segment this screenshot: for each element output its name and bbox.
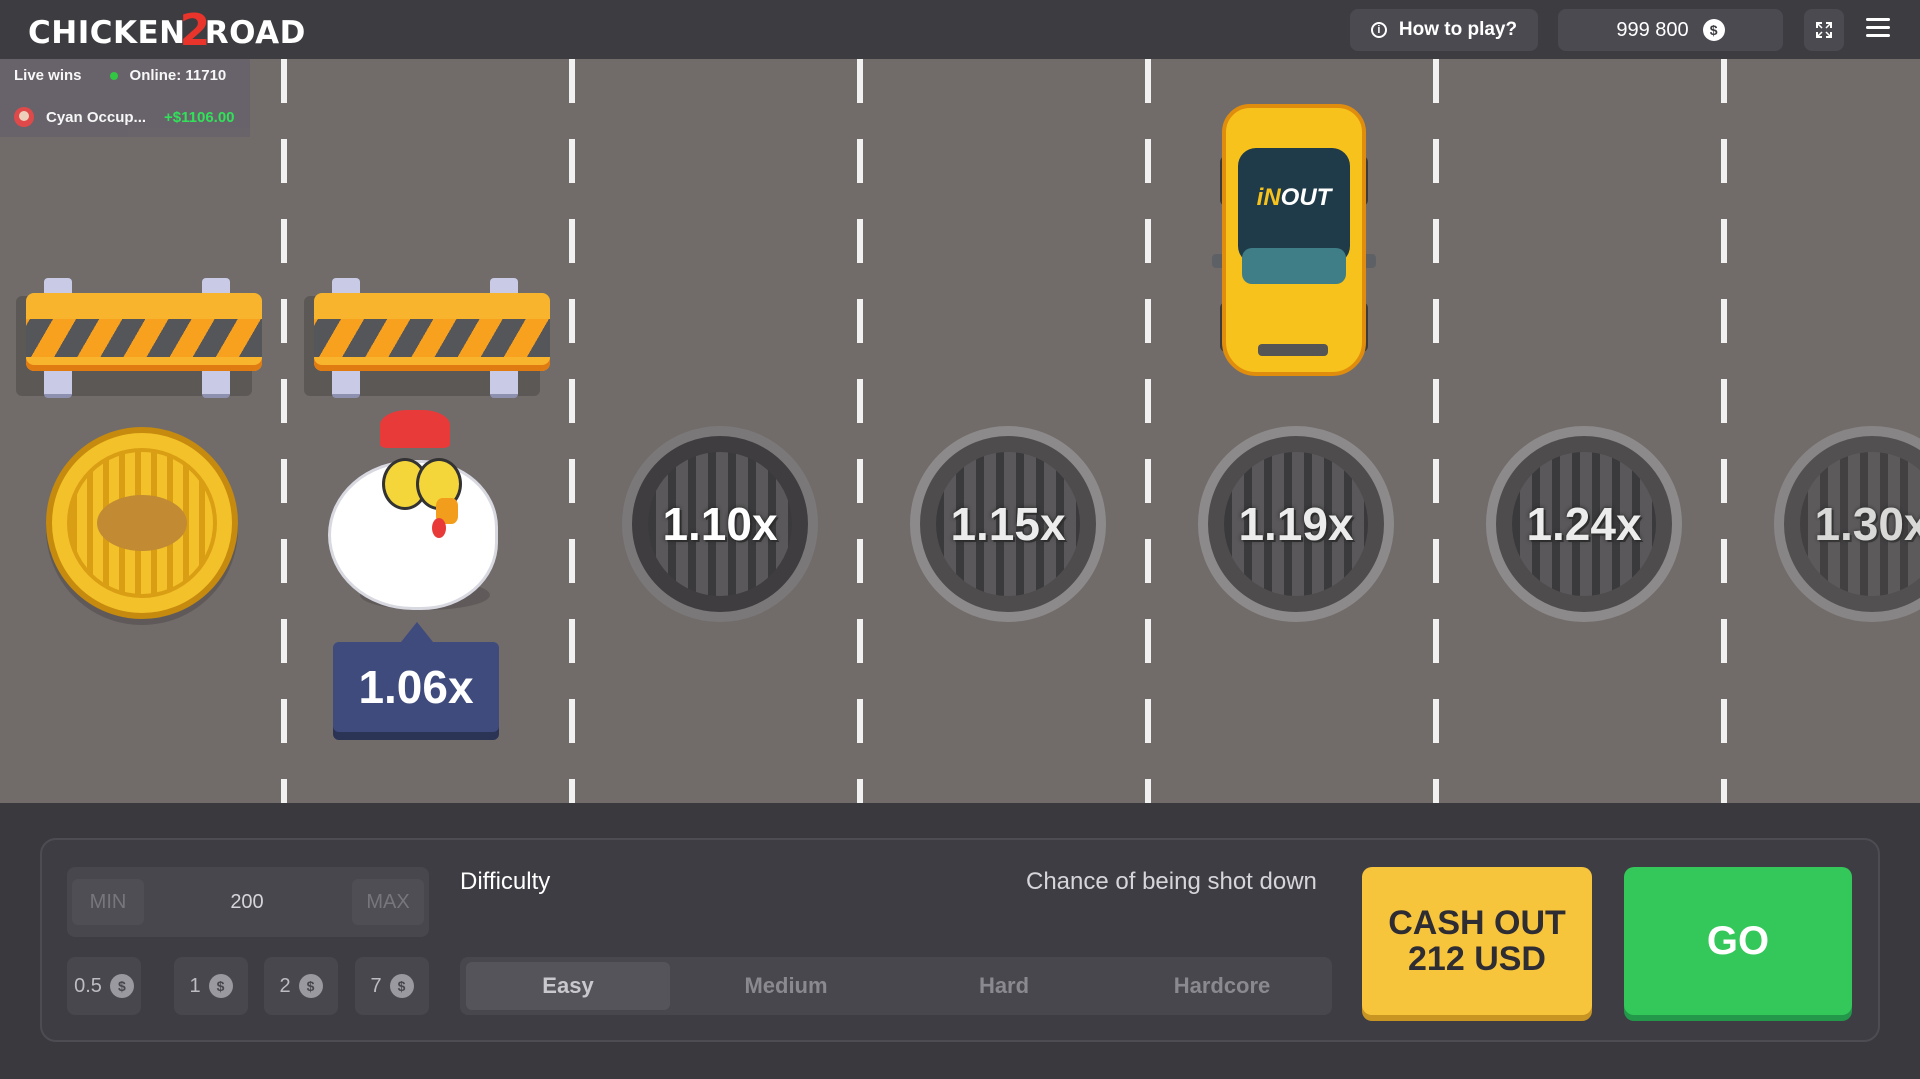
lane-divider xyxy=(281,59,287,803)
lane-divider xyxy=(1721,59,1727,803)
lane-divider xyxy=(569,59,575,803)
cash-out-button[interactable]: CASH OUT 212 USD xyxy=(1362,867,1592,1015)
win-amount: +$1106.00 xyxy=(164,108,235,126)
winner-name: Cyan Occup... xyxy=(46,108,147,126)
road-barrier xyxy=(16,278,262,398)
difficulty-option-hard[interactable]: Hard xyxy=(902,962,1106,1010)
quick-bet-chip[interactable]: 1 $ xyxy=(174,957,248,1015)
online-status-icon xyxy=(109,71,118,80)
live-win-entry: Cyan Occup... +$1106.00 xyxy=(14,107,235,127)
start-coin-icon xyxy=(46,427,238,619)
quick-bet-value: 1 xyxy=(189,974,201,997)
go-button[interactable]: GO xyxy=(1624,867,1852,1015)
info-icon: i xyxy=(1370,22,1387,38)
hamburger-menu-icon[interactable] xyxy=(1866,18,1890,38)
road-barrier xyxy=(304,278,550,398)
difficulty-selector: Easy Medium Hard Hardcore xyxy=(460,957,1332,1015)
multiplier-value: 1.15x xyxy=(950,498,1066,550)
dollar-coin-icon: $ xyxy=(298,974,323,998)
multiplier-manhole: 1.24x xyxy=(1486,426,1682,622)
multiplier-value: 1.24x xyxy=(1526,498,1642,550)
balance-value: 999 800 xyxy=(1616,18,1689,41)
how-to-play-label: How to play? xyxy=(1398,19,1518,40)
multiplier-value: 1.30x xyxy=(1814,498,1920,550)
bet-amount-control: MIN 200 MAX xyxy=(67,867,429,937)
cash-out-label: CASH OUT xyxy=(1388,904,1566,942)
dollar-coin-icon: $ xyxy=(1702,19,1725,41)
quick-bet-value: 0.5 xyxy=(74,974,102,997)
top-bar: CHICKEN2ROAD i How to play? 999 800 $ xyxy=(0,0,1920,59)
balance-display: 999 800 $ xyxy=(1558,9,1783,51)
car-logo: iNOUT xyxy=(1256,184,1332,211)
chicken-character xyxy=(320,410,510,610)
current-multiplier-badge: 1.06x xyxy=(333,622,499,732)
difficulty-option-hardcore[interactable]: Hardcore xyxy=(1120,962,1324,1010)
bet-amount-input[interactable]: 200 xyxy=(167,879,327,925)
dollar-coin-icon: $ xyxy=(109,974,134,998)
multiplier-value: 1.10x xyxy=(662,498,778,550)
live-wins-panel: Live wins Online: 11710 Cyan Occup... +$… xyxy=(0,59,250,137)
quick-bet-chip[interactable]: 2 $ xyxy=(264,957,338,1015)
game-road xyxy=(0,59,1920,803)
game-logo: CHICKEN2ROAD xyxy=(28,8,306,53)
online-count: Online: 11710 xyxy=(129,67,227,84)
difficulty-option-easy[interactable]: Easy xyxy=(466,962,670,1010)
multiplier-value: 1.19x xyxy=(1238,498,1354,550)
quick-bet-value: 2 xyxy=(279,974,291,997)
how-to-play-button[interactable]: i How to play? xyxy=(1350,9,1538,51)
cash-out-amount: 212 USD xyxy=(1408,940,1546,978)
dollar-coin-icon: $ xyxy=(208,974,233,998)
chance-label: Chance of being shot down xyxy=(1026,868,1317,895)
min-bet-button[interactable]: MIN xyxy=(72,879,144,925)
taxi-car: iNOUT xyxy=(1212,104,1376,376)
logo-number: 2 xyxy=(179,5,211,56)
avatar xyxy=(14,107,34,127)
logo-text-road: ROAD xyxy=(204,15,306,51)
fullscreen-button[interactable] xyxy=(1804,9,1844,51)
max-bet-button[interactable]: MAX xyxy=(352,879,424,925)
multiplier-manhole: 1.15x xyxy=(910,426,1106,622)
live-wins-label: Live wins xyxy=(14,67,82,84)
fullscreen-icon xyxy=(1816,22,1832,38)
quick-bet-chip[interactable]: 0.5 $ xyxy=(67,957,141,1015)
quick-bet-value: 7 xyxy=(370,974,382,997)
quick-bet-chip[interactable]: 7 $ xyxy=(355,957,429,1015)
live-wins-header: Live wins Online: 11710 xyxy=(14,67,226,84)
logo-text-chicken: CHICKEN xyxy=(28,15,186,51)
dollar-coin-icon: $ xyxy=(389,974,414,998)
lane-divider xyxy=(857,59,863,803)
difficulty-label: Difficulty xyxy=(460,868,551,895)
multiplier-manhole: 1.19x xyxy=(1198,426,1394,622)
lane-divider xyxy=(1433,59,1439,803)
difficulty-option-medium[interactable]: Medium xyxy=(684,962,888,1010)
lane-divider xyxy=(1145,59,1151,803)
multiplier-manhole[interactable]: 1.10x xyxy=(622,426,818,622)
